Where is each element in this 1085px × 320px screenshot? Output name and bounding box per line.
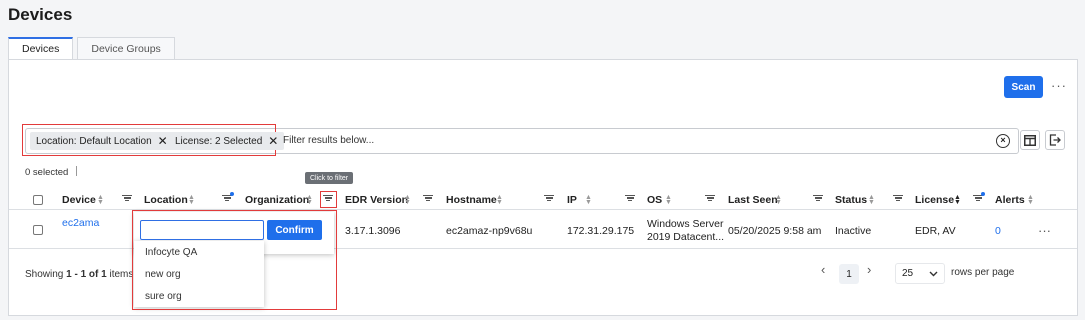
ip-cell: 172.31.29.175 [567,225,635,237]
filter-active-icon[interactable] [973,192,985,204]
sort-icon[interactable]: ▲ ▼ [404,194,411,206]
columns-icon [1024,134,1036,146]
filter-icon[interactable] [893,194,903,204]
selection-count: 0 selected [25,167,69,178]
scan-button[interactable]: Scan [1004,76,1043,98]
select-all-checkbox[interactable] [33,195,43,205]
page-1-button[interactable]: 1 [839,264,859,284]
sort-icon[interactable]: ▲ ▼ [306,194,313,206]
rows-per-page-label: rows per page [951,267,1015,278]
sort-icon[interactable]: ▲ ▼ [775,194,782,206]
filter-chip-label: Location: Default Location [36,135,152,147]
filter-icon[interactable] [122,194,132,204]
sort-icon[interactable]: ▲ ▼ [585,194,592,206]
sort-icon[interactable]: ▲ ▼ [188,194,195,206]
filter-chip-label: License: 2 Selected [175,135,263,147]
sort-icon[interactable]: ▲ ▼ [665,194,672,206]
hostname-cell: ec2amaz-np9v68u [446,225,533,237]
filter-icon[interactable] [705,194,715,204]
row-checkbox[interactable] [33,225,43,235]
sort-icon[interactable]: ▲ ▼ [1027,194,1034,206]
filter-icon[interactable] [544,194,554,204]
highlight-box-dropdown [132,210,337,310]
devices-panel: Scan ··· Location: Default Location ✕ Li… [8,59,1078,316]
sort-ascending-icon[interactable]: ▲ ▼ [954,194,961,206]
rows-per-page-value: 25 [902,268,914,279]
column-header-hostname[interactable]: Hostname [446,194,497,206]
last-seen-cell: 05/20/2025 9:58 am [728,225,822,237]
export-icon [1049,134,1061,146]
alerts-count-link[interactable]: 0 [995,225,1001,237]
edr-version-cell: 3.17.1.3096 [345,225,401,237]
column-header-location[interactable]: Location [144,194,188,206]
table-header: Device ▲ ▼ Location ▲ ▼ Organization ▲ ▼ ED… [9,190,1077,210]
showing-prefix: Showing [25,269,67,280]
filter-active-icon[interactable] [222,192,234,204]
status-cell: Inactive [835,225,872,237]
os-cell-line1: Windows Server [647,218,724,230]
sort-icon[interactable]: ▲ ▼ [496,194,503,206]
column-header-license[interactable]: License [915,194,954,206]
filter-tooltip: Click to filter [305,172,354,184]
tab-bar: Devices Device Groups [8,37,179,60]
filter-search-input[interactable]: Filter results below... [283,135,374,146]
pagination-summary: Showing 1 - 1 of 1 items [25,269,133,280]
showing-suffix: items [106,269,134,280]
device-link[interactable]: ec2ama [62,217,99,229]
export-button[interactable] [1045,130,1065,150]
close-icon[interactable]: ✕ [158,134,168,148]
filter-chip-license[interactable]: License: 2 Selected ✕ [169,132,285,150]
highlight-box-org-filter [320,191,337,208]
close-icon[interactable]: ✕ [268,134,278,148]
row-more-options-icon[interactable]: ··· [1038,223,1051,238]
tab-device-groups[interactable]: Device Groups [77,37,175,60]
column-header-alerts[interactable]: Alerts [995,194,1025,206]
prev-page-icon[interactable]: ‹ [821,262,825,277]
showing-range: 1 - 1 of 1 [66,269,107,280]
filter-icon[interactable] [813,194,823,204]
column-header-edr-version[interactable]: EDR Version [345,194,408,206]
column-header-status[interactable]: Status [835,194,867,206]
filter-chip-location[interactable]: Location: Default Location ✕ [30,132,174,150]
column-header-os[interactable]: OS [647,194,662,206]
rows-per-page-select[interactable]: 25 [895,263,945,284]
license-cell: EDR, AV [915,225,956,237]
more-options-icon[interactable]: ··· [1051,78,1067,93]
next-page-icon[interactable]: › [867,262,871,277]
tab-devices[interactable]: Devices [8,37,74,60]
sort-icon[interactable]: ▲ ▼ [97,194,104,206]
column-header-device[interactable]: Device [62,194,96,206]
page-title: Devices [8,5,73,24]
filter-icon[interactable] [625,194,635,204]
column-header-ip[interactable]: IP [567,194,577,206]
columns-toggle-button[interactable] [1020,130,1040,150]
column-header-last-seen[interactable]: Last Seen [728,194,778,206]
os-cell-line2: 2019 Datacent... [647,231,725,243]
divider [76,166,77,176]
column-header-organization[interactable]: Organization [245,194,309,206]
chevron-down-icon [929,271,938,276]
sort-icon[interactable]: ▲ ▼ [868,194,875,206]
filter-icon[interactable] [423,194,433,204]
clear-filter-icon[interactable]: × [996,134,1010,148]
